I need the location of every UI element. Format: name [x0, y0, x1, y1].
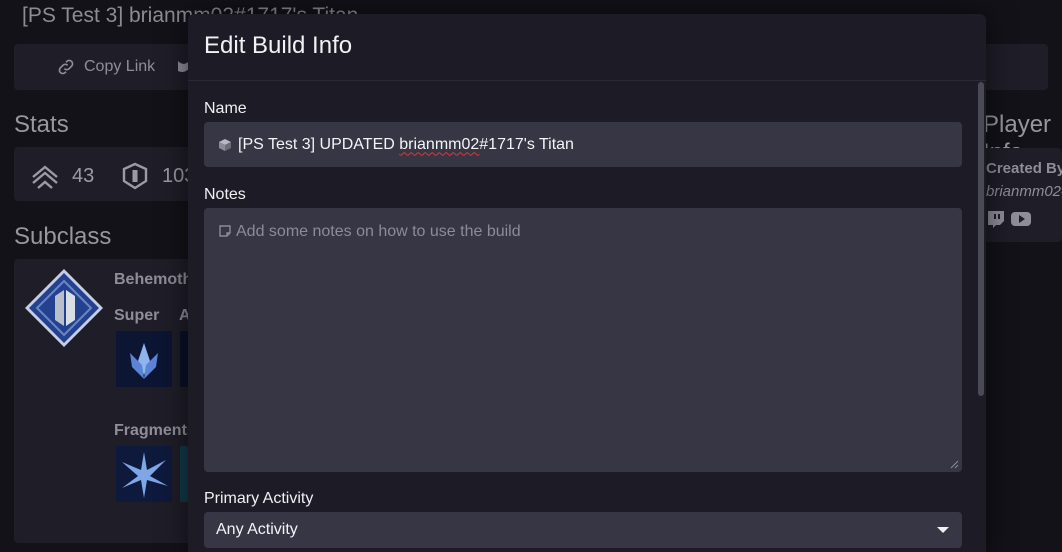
youtube-icon[interactable]: [1010, 210, 1032, 228]
name-label: Name: [204, 100, 247, 117]
copy-link-label: Copy Link: [84, 58, 156, 75]
name-value-suffix: #1717's Titan: [479, 135, 574, 153]
subclass-heading: Subclass: [14, 223, 112, 250]
modal-title: Edit Build Info: [204, 32, 353, 59]
cube-icon: [219, 138, 231, 151]
primary-activity-select[interactable]: Any Activity: [204, 512, 962, 548]
primary-activity-value: Any Activity: [216, 521, 298, 538]
notes-placeholder: Add some notes on how to use the build: [236, 223, 521, 240]
modal-header: Edit Build Info: [188, 14, 986, 81]
edit-build-info-modal: Edit Build Info Name [PS Test 3] UPDATED…: [188, 14, 986, 552]
modal-scrollbar[interactable]: [978, 82, 984, 396]
fragments-label: Fragments: [114, 422, 196, 439]
primary-activity-label: Primary Activity: [204, 490, 314, 507]
name-input[interactable]: [PS Test 3] UPDATED brianmm02#1717's Tit…: [204, 122, 962, 167]
fragment-icon[interactable]: [116, 446, 172, 502]
resilience-icon: [122, 162, 148, 190]
chevron-down-icon: [937, 527, 949, 533]
ability-icon[interactable]: [180, 331, 188, 387]
stats-heading: Stats: [14, 111, 69, 138]
stat-resilience: 103: [120, 161, 195, 191]
super-label: Super: [114, 307, 160, 324]
name-value: [PS Test 3] UPDATED brianmm02#1717's Tit…: [238, 136, 574, 154]
resize-handle-icon[interactable]: [949, 459, 959, 469]
notes-textarea[interactable]: Add some notes on how to use the build: [204, 208, 962, 472]
subclass-name: Behemoth: [114, 271, 193, 288]
name-value-prefix: [PS Test 3] UPDATED: [238, 135, 400, 153]
creator-name: brianmm02#1717: [986, 183, 1062, 200]
stat-value: 43: [72, 164, 95, 187]
notes-label: Notes: [204, 186, 246, 203]
fragment-icon[interactable]: [180, 446, 188, 502]
void-subclass-icon[interactable]: [24, 268, 104, 348]
sticky-note-icon: [219, 225, 231, 237]
created-by-label: Created By: [986, 160, 1062, 177]
spellcheck-word: brianmm02: [399, 135, 480, 153]
stat-mobility: 43: [30, 161, 94, 191]
mobility-icon: [32, 165, 58, 189]
link-icon: [58, 59, 74, 75]
copy-link-button[interactable]: Copy Link: [56, 57, 155, 77]
super-ability-icon[interactable]: [116, 331, 172, 387]
twitch-icon[interactable]: [985, 210, 1007, 228]
